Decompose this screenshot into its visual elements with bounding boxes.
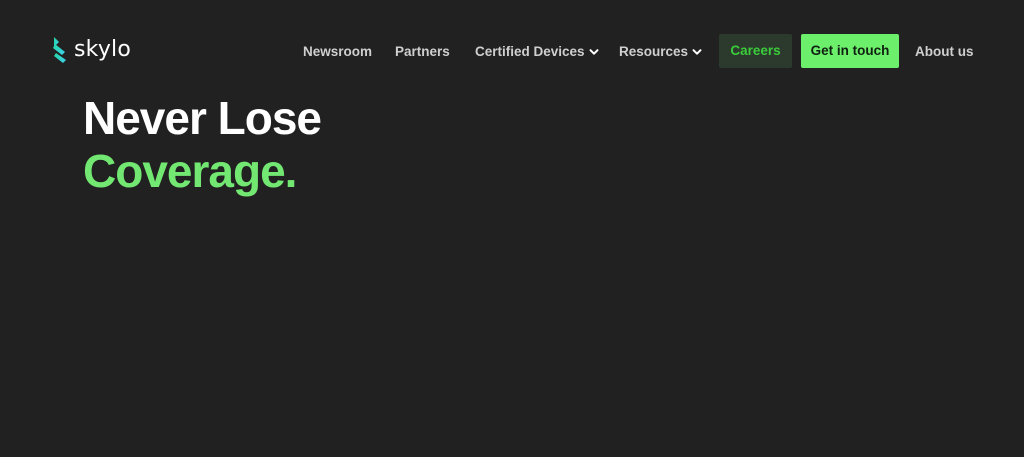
chevron-down-icon [589, 49, 599, 55]
chevron-down-icon [692, 49, 702, 55]
main-nav: Newsroom Partners Certified Devices Reso… [0, 34, 1024, 69]
site-header: skylo Newsroom Partners Certified Device… [0, 0, 1024, 100]
nav-certified-devices[interactable]: Certified Devices [475, 34, 599, 69]
nav-partners[interactable]: Partners [395, 34, 450, 69]
hero-heading-line1: Never Lose [83, 92, 322, 144]
nav-certified-devices-label: Certified Devices [475, 44, 585, 59]
nav-newsroom[interactable]: Newsroom [303, 34, 372, 69]
careers-button[interactable]: Careers [719, 34, 792, 68]
get-in-touch-button[interactable]: Get in touch [801, 34, 899, 68]
nav-about-us[interactable]: About us [915, 34, 974, 69]
hero-heading: Never Lose Coverage. [83, 92, 322, 198]
nav-resources-label: Resources [619, 44, 689, 59]
nav-resources[interactable]: Resources [619, 34, 702, 69]
hero-heading-line2: Coverage. [83, 145, 297, 197]
page: skylo Newsroom Partners Certified Device… [0, 0, 1024, 457]
